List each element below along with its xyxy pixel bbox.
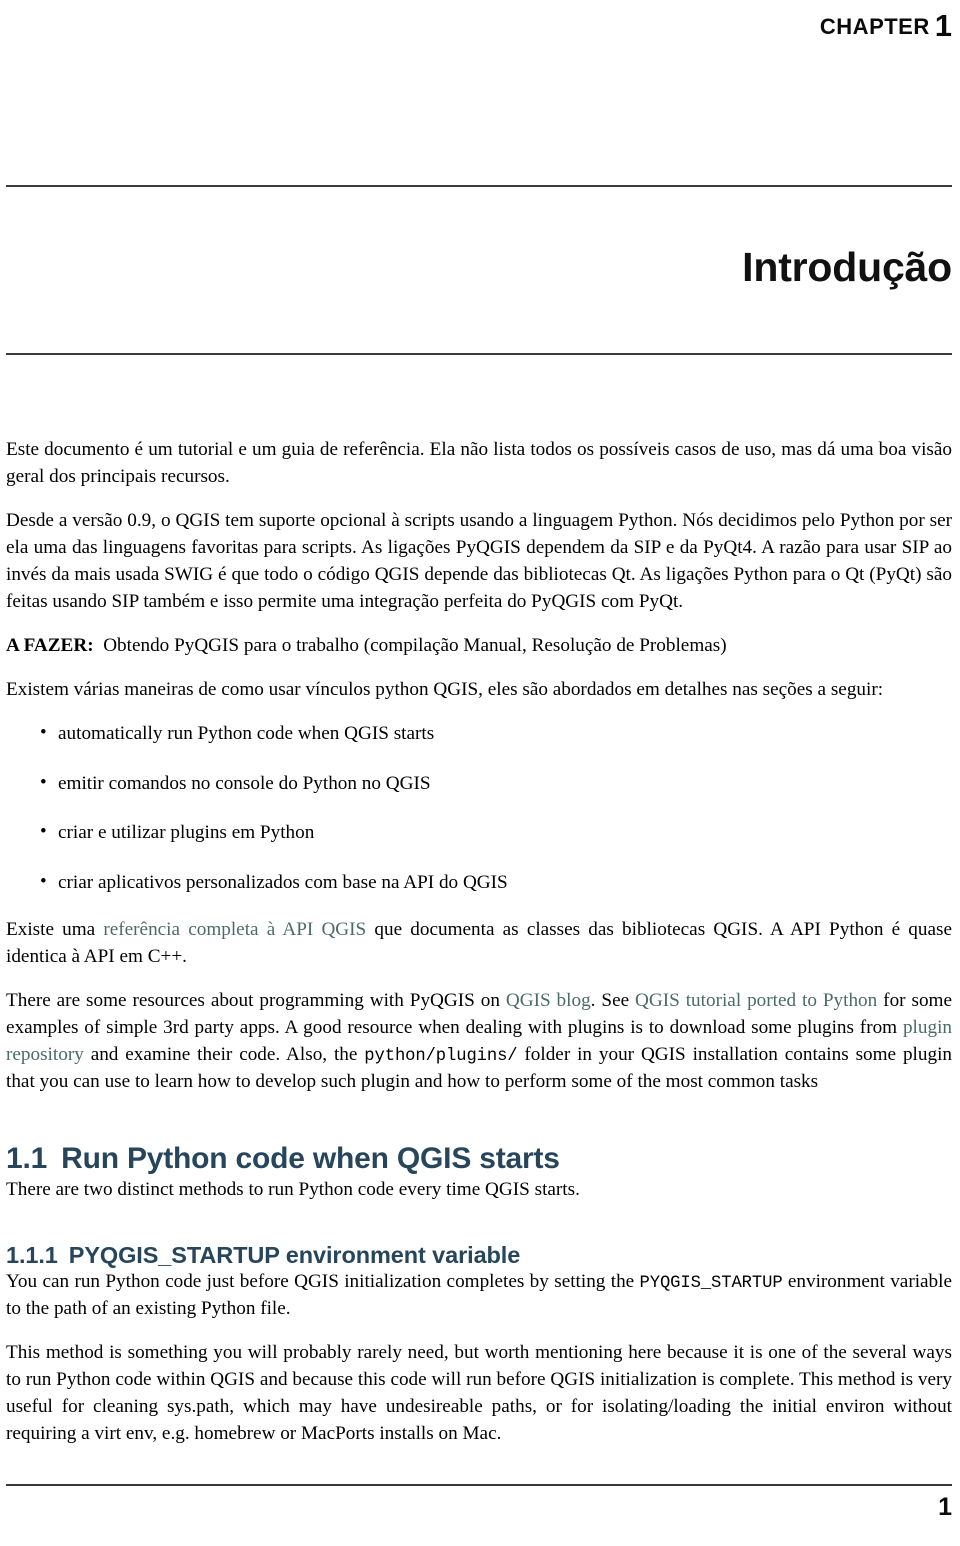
list-item: • automatically run Python code when QGIS…	[6, 721, 952, 748]
paragraph-method-notes: This method is something you will probab…	[6, 1341, 952, 1444]
feature-bullet-list: • automatically run Python code when QGIS…	[6, 721, 952, 898]
paragraph-api-reference: Existe uma referência completa à API QGI…	[6, 917, 952, 971]
text-fragment: . See	[590, 990, 636, 1012]
page-footer: 1	[6, 1484, 952, 1520]
section-title: Run Python code when QGIS starts	[61, 1142, 560, 1176]
paragraph-section-1-1-intro: There are two distinct methods to run Py…	[6, 1178, 580, 1200]
subsection-heading-1-1-1: 1.1.1 PYQGIS_STARTUP environment variable	[6, 1242, 952, 1269]
todo-text: Obtendo PyQGIS para o trabalho (compilaç…	[103, 634, 727, 656]
link-qgis-blog[interactable]: QGIS blog	[506, 990, 591, 1011]
list-item: • criar aplicativos personalizados com ba…	[6, 870, 952, 897]
link-api-reference[interactable]: referência completa à API QGIS	[103, 919, 366, 940]
chapter-label: CHAPTER	[819, 14, 930, 39]
paragraph-resources: There are some resources about programmi…	[6, 988, 952, 1096]
list-item-label: criar aplicativos personalizados com bas…	[58, 872, 508, 894]
body-content: Este documento é um tutorial e um guia d…	[6, 437, 952, 1448]
title-rule-top	[6, 185, 952, 187]
list-item-label: emitir comandos no console do Python no …	[58, 772, 431, 794]
list-item: • emitir comandos no console do Python no…	[6, 771, 952, 798]
paragraph-pyqgis-startup: You can run Python code just before QGIS…	[6, 1269, 952, 1323]
bullet-icon: •	[40, 871, 47, 893]
list-item-label: criar e utilizar plugins em Python	[58, 822, 315, 844]
paragraph-intro: Este documento é um tutorial e um guia d…	[6, 438, 952, 487]
title-rule-bottom	[6, 352, 952, 355]
text-fragment: You can run Python code just before QGIS…	[6, 1270, 640, 1292]
code-pyqgis-startup: PYQGIS_STARTUP	[639, 1273, 783, 1293]
text-fragment: There are some resources about programmi…	[6, 990, 506, 1012]
list-item-label: automatically run Python code when QGIS …	[58, 722, 435, 744]
paragraph-todo: A FAZER: Obtendo PyQGIS para o trabalho …	[6, 633, 952, 660]
paragraph-python-support: Desde a versão 0.9, o QGIS tem suporte o…	[6, 509, 952, 612]
paragraph-ways-intro: Existem várias maneiras de como usar vín…	[6, 678, 884, 700]
subsection-number: 1.1.1	[6, 1241, 58, 1268]
bullet-icon: •	[40, 821, 47, 843]
bullet-icon: •	[40, 721, 47, 743]
link-qgis-tutorial-ported[interactable]: QGIS tutorial ported to Python	[635, 990, 877, 1011]
bullet-icon: •	[40, 771, 47, 793]
page-title: Introdução	[742, 244, 952, 291]
chapter-header: CHAPTER 1	[6, 0, 952, 41]
document-page: CHAPTER 1 Introdução Este documento é um …	[0, 0, 960, 1546]
page-content: CHAPTER 1 Introdução Este documento é um …	[6, 0, 952, 1448]
text-fragment: and examine their code. Also, the	[83, 1044, 365, 1066]
list-item: • criar e utilizar plugins em Python	[6, 820, 952, 847]
text-fragment: Existe uma	[6, 919, 104, 941]
section-heading-1-1: 1.1 Run Python code when QGIS starts	[6, 1142, 952, 1177]
section-number: 1.1	[6, 1142, 48, 1176]
todo-label: A FAZER:	[6, 634, 94, 656]
chapter-number: 1	[934, 8, 952, 43]
subsection-title-code: PYQGIS_STARTUP	[68, 1241, 280, 1268]
code-plugins-path: python/plugins/	[364, 1047, 518, 1067]
subsection-title-rest: environment variable	[279, 1241, 521, 1268]
page-number: 1	[938, 1493, 952, 1521]
